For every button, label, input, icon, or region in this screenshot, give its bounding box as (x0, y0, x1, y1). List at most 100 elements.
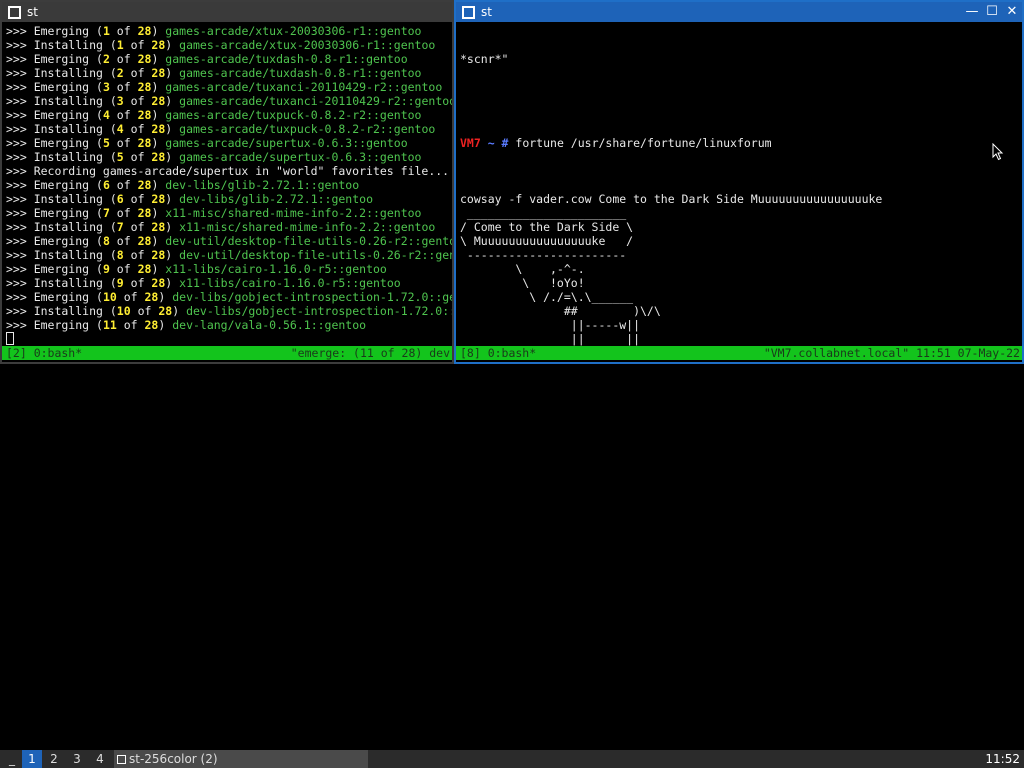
count-number: 28 (144, 290, 159, 304)
count-number: 28 (151, 94, 166, 108)
right-terminal-window[interactable]: st — ☐ ✕ *scnr*" VM7 ~ # fortune /usr/sh… (454, 0, 1024, 364)
package-name: games-arcade/xtux-20030306-r1::gentoo (179, 38, 436, 52)
count-number: 6 (102, 178, 110, 192)
left-tmux-statusbar: [2] 0:bash* "emerge: (11 of 28) dev (2, 346, 452, 360)
command-output: cowsay -f vader.cow Come to the Dark Sid… (460, 178, 1022, 346)
line-text: of (109, 262, 138, 276)
count-number: 28 (137, 262, 152, 276)
terminal-line: >>> Emerging (2 of 28) games-arcade/tuxd… (6, 52, 452, 66)
line-text: >>> Installing ( (6, 38, 117, 52)
terminal-line: >>> Installing (5 of 28) games-arcade/su… (6, 150, 452, 164)
line-text: ) (165, 220, 180, 234)
line-text: of (123, 150, 152, 164)
line-text: >>> Emerging ( (6, 206, 103, 220)
package-name: games-arcade/supertux-0.6.3::gentoo (179, 150, 422, 164)
prompt-line[interactable] (6, 332, 452, 346)
count-number: 28 (151, 122, 166, 136)
line-text: >>> Emerging ( (6, 108, 103, 122)
package-name: games-arcade/tuxdash-0.8-r1::gentoo (179, 66, 422, 80)
count-number: 28 (151, 248, 166, 262)
package-name: games-arcade/tuxanci-20110429-r2::gentoo (165, 80, 443, 94)
count-number: 4 (102, 108, 110, 122)
output-line: ||-----w|| (460, 318, 641, 332)
taskbar-task-st[interactable]: st-256color (2) (114, 750, 368, 768)
count-number: 1 (102, 24, 110, 38)
minimize-button[interactable]: — (962, 2, 982, 22)
line-text: of (123, 122, 152, 136)
workspace-2[interactable]: 2 (44, 750, 64, 768)
count-number: 2 (116, 66, 124, 80)
maximize-button[interactable]: ☐ (982, 2, 1002, 22)
output-line: ## )\/\ (460, 304, 661, 318)
terminal-line: >>> Installing (4 of 28) games-arcade/tu… (6, 122, 452, 136)
left-terminal-window[interactable]: st >>> Emerging ( 1 of 28) games-arcade/x… (0, 0, 454, 364)
line-text: >>> Installing ( (6, 122, 117, 136)
package-name: dev-libs/glib-2.72.1::gentoo (165, 178, 360, 192)
output-line: \ /./=\.\______ (460, 290, 634, 304)
line-text: >>> Installing ( (6, 94, 117, 108)
workspace-1[interactable]: 1 (22, 750, 42, 768)
count-number: 1 (116, 38, 124, 52)
line-text: ) (165, 248, 180, 262)
workspace-4[interactable]: 4 (90, 750, 110, 768)
terminal-line: >>> Emerging (9 of 28) x11-libs/cairo-1.… (6, 262, 452, 276)
line-text: ) (165, 122, 180, 136)
count-number: 6 (116, 192, 124, 206)
package-name: dev-libs/gobject-introspection-1.72.0::g… (172, 290, 452, 304)
output-line: _______________________ (460, 206, 627, 220)
package-name: x11-libs/cairo-1.16.0-r5::gentoo (179, 276, 401, 290)
workspace-3[interactable]: 3 (67, 750, 87, 768)
output-line: \ ,-^-. (460, 262, 585, 276)
start-button[interactable]: _ (2, 750, 22, 768)
line-text: >>> Installing ( (6, 192, 117, 206)
close-button[interactable]: ✕ (1002, 2, 1022, 22)
line-text: of (123, 94, 152, 108)
right-window-titlebar[interactable]: st — ☐ ✕ (456, 2, 1022, 22)
line-text: of (123, 220, 152, 234)
terminal-line: *scnr*" (460, 52, 509, 66)
line-text: ) (151, 136, 166, 150)
count-number: 28 (137, 80, 152, 94)
count-number: 2 (102, 52, 110, 66)
count-number: 28 (151, 66, 166, 80)
count-number: 28 (137, 234, 152, 248)
right-terminal-output[interactable]: *scnr*" VM7 ~ # fortune /usr/share/fortu… (460, 24, 1022, 346)
line-text: of (123, 66, 152, 80)
count-number: 5 (116, 150, 124, 164)
line-text: >>> Emerging ( (6, 136, 103, 150)
line-text: of (109, 52, 138, 66)
package-name: x11-misc/shared-mime-info-2.2::gentoo (165, 206, 422, 220)
terminal-line: >>> Installing (8 of 28) dev-util/deskto… (6, 248, 452, 262)
left-status-info: "emerge: (11 of 28) dev (290, 346, 450, 360)
count-number: 7 (102, 206, 110, 220)
left-terminal-output[interactable]: >>> Emerging ( 1 of 28) games-arcade/xtux… (6, 24, 452, 346)
line-text: >>> Emerging ( (6, 52, 103, 66)
left-window-titlebar[interactable]: st (2, 2, 452, 22)
command-line: VM7 ~ # fortune /usr/share/fortune/linux… (460, 136, 1022, 150)
terminal-line: >>> Emerging (11 of 28) dev-lang/vala-0.… (6, 318, 452, 332)
package-name: dev-util/desktop-file-utils-0.26-r2::gen… (165, 234, 452, 248)
right-window-title: st (481, 5, 492, 19)
count-number: 28 (137, 24, 152, 38)
count-number: 28 (137, 136, 152, 150)
count-number: 28 (158, 304, 173, 318)
package-name: games-arcade/tuxanci-20110429-r2::gentoo (179, 94, 452, 108)
line-text: ) (151, 52, 166, 66)
line-text: ) (151, 24, 166, 38)
window-icon (462, 5, 475, 19)
count-number: 28 (137, 206, 152, 220)
line-text: ) (165, 150, 180, 164)
line-text: of (116, 290, 145, 304)
output-line: || || (460, 332, 641, 346)
count-number: 28 (151, 38, 166, 52)
terminal-line: >>> Emerging (6 of 28) dev-libs/glib-2.7… (6, 178, 452, 192)
line-text: >>> Installing ( (6, 276, 117, 290)
package-name: games-arcade/tuxdash-0.8-r1::gentoo (165, 52, 408, 66)
package-name: games-arcade/supertux-0.6.3::gentoo (165, 136, 408, 150)
line-text: >>> Installing ( (6, 304, 117, 318)
count-number: 10 (102, 290, 117, 304)
line-text: >>> Emerging ( (6, 262, 103, 276)
window-icon (117, 755, 126, 764)
line-text: >>> Installing ( (6, 150, 117, 164)
